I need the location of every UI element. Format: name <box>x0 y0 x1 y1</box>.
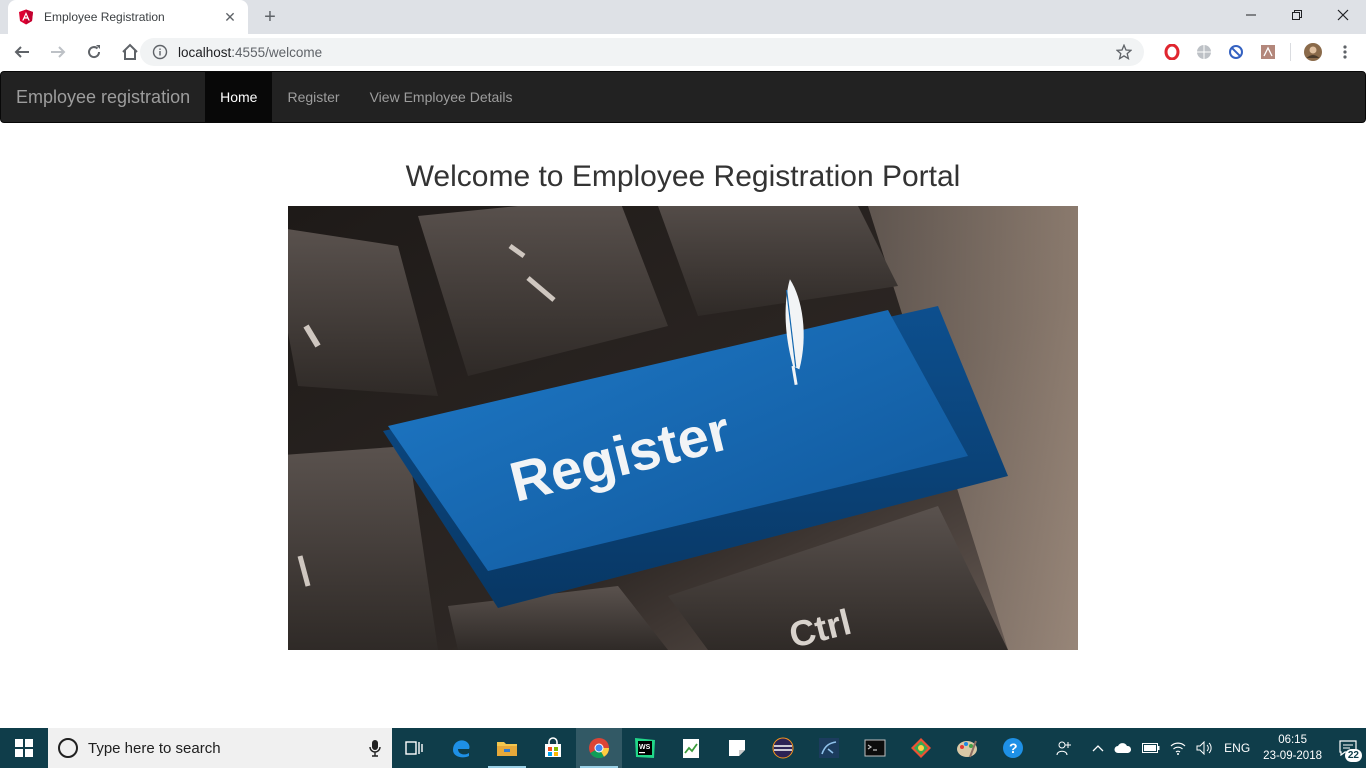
toolbar-separator <box>1290 43 1291 61</box>
reload-icon <box>88 45 101 59</box>
eclipse-icon[interactable] <box>760 728 806 768</box>
forward-button[interactable] <box>42 36 74 68</box>
info-icon[interactable] <box>152 44 168 60</box>
opera-extension-icon[interactable] <box>1162 42 1182 62</box>
task-view-icon[interactable] <box>392 728 438 768</box>
people-icon[interactable] <box>1051 728 1077 768</box>
browser-toolbar: localhost:4555/welcome <box>0 34 1366 70</box>
webstorm-icon[interactable]: WS <box>622 728 668 768</box>
clock-time: 06:15 <box>1278 734 1307 746</box>
notification-count-badge: 22 <box>1344 749 1362 762</box>
reload-button[interactable] <box>78 36 110 68</box>
microphone-icon[interactable] <box>368 739 382 757</box>
browser-tab-strip: Employee Registration ✕ + <box>0 0 1366 34</box>
profile-avatar[interactable] <box>1303 42 1323 62</box>
nav-item-view-employee-details[interactable]: View Employee Details <box>355 72 528 122</box>
restore-button[interactable] <box>1274 0 1320 30</box>
back-arrow-icon <box>14 46 29 58</box>
new-tab-button[interactable]: + <box>256 4 284 30</box>
action-center-button[interactable]: 22 <box>1330 728 1366 768</box>
search-placeholder: Type here to search <box>88 739 221 757</box>
show-hidden-icons-chevron-icon[interactable] <box>1087 728 1109 768</box>
git-icon[interactable] <box>898 728 944 768</box>
bookmark-star-icon[interactable] <box>1115 43 1133 60</box>
chrome-icon[interactable] <box>576 728 622 768</box>
store-icon[interactable] <box>530 728 576 768</box>
terminal-icon[interactable] <box>852 728 898 768</box>
hero-image: Register Ctrl <box>288 206 1078 650</box>
cortana-icon <box>58 738 78 758</box>
globe-extension-icon[interactable] <box>1194 42 1214 62</box>
edge-icon[interactable] <box>438 728 484 768</box>
close-tab-icon[interactable]: ✕ <box>222 9 238 26</box>
minimize-button[interactable] <box>1228 0 1274 30</box>
window-controls <box>1228 0 1366 30</box>
clock-date: 23-09-2018 <box>1263 750 1322 762</box>
svg-text:?: ? <box>1009 740 1018 756</box>
menu-kebab-icon[interactable] <box>1335 42 1355 62</box>
windows-logo-icon <box>15 739 33 757</box>
url-host: localhost <box>178 44 232 60</box>
forward-arrow-icon <box>51 46 66 58</box>
url-text[interactable]: localhost:4555/welcome <box>178 45 1116 60</box>
onedrive-icon[interactable] <box>1109 728 1137 768</box>
pdf-extension-icon[interactable] <box>1258 42 1278 62</box>
page-title: Welcome to Employee Registration Portal <box>405 160 961 193</box>
volume-icon[interactable] <box>1191 728 1219 768</box>
help-icon[interactable]: ? <box>990 728 1036 768</box>
sticky-notes-icon[interactable] <box>714 728 760 768</box>
navbar-brand[interactable]: Employee registration <box>1 72 205 122</box>
close-window-button[interactable] <box>1320 0 1366 30</box>
angular-icon <box>18 9 34 25</box>
file-explorer-icon[interactable] <box>484 728 530 768</box>
tab-title: Employee Registration <box>44 10 165 24</box>
nav-item-home[interactable]: Home <box>205 72 273 122</box>
home-icon <box>122 43 138 60</box>
mysql-workbench-icon[interactable] <box>806 728 852 768</box>
address-bar[interactable]: localhost:4555/welcome <box>140 38 1144 66</box>
battery-icon[interactable] <box>1137 728 1165 768</box>
paint-icon[interactable] <box>944 728 990 768</box>
windows-taskbar: Type here to search WS ? ENG 06:15 23-09… <box>0 728 1366 768</box>
taskbar-apps: WS ? <box>392 728 1036 768</box>
start-button[interactable] <box>0 728 48 768</box>
back-button[interactable] <box>6 36 38 68</box>
input-language[interactable]: ENG <box>1219 728 1255 768</box>
notepad-icon[interactable] <box>668 728 714 768</box>
page-viewport: Employee registration Home Register View… <box>0 70 1366 728</box>
system-tray: ENG 06:15 23-09-2018 22 <box>1051 728 1366 768</box>
url-path: :4555/welcome <box>231 44 323 60</box>
app-navbar: Employee registration Home Register View… <box>0 71 1366 123</box>
nav-item-register[interactable]: Register <box>272 72 354 122</box>
extensions-area <box>1156 38 1361 66</box>
block-extension-icon[interactable] <box>1226 42 1246 62</box>
taskbar-search[interactable]: Type here to search <box>48 728 392 768</box>
browser-tab[interactable]: Employee Registration ✕ <box>8 0 248 34</box>
system-clock[interactable]: 06:15 23-09-2018 <box>1255 732 1330 764</box>
svg-text:WS: WS <box>639 744 651 751</box>
wifi-icon[interactable] <box>1165 728 1191 768</box>
